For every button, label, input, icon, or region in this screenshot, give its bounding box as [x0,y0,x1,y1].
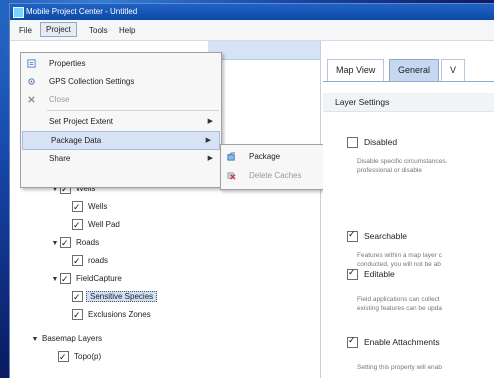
disabled-checkbox[interactable] [347,137,358,149]
gps-icon [28,78,35,85]
submenu-arrow-icon: ▶ [207,155,213,162]
tree-item-fieldcapture-group[interactable]: ▼FieldCapture [50,271,124,287]
layer-checkbox[interactable] [58,349,69,365]
menu-help[interactable]: Help [114,24,140,37]
attachments-checkbox[interactable] [347,335,358,349]
tab-map-view[interactable]: Map View [327,59,385,81]
menu-item-properties[interactable]: Properties [21,55,221,72]
window-title: Mobile Project Center - Untitled [26,7,138,16]
tree-item-roads[interactable]: roads [72,253,110,269]
menu-separator [47,110,219,111]
layer-checkbox[interactable] [72,289,83,305]
menu-item-package-data[interactable]: Package Data ▶ [22,131,220,150]
project-menu: Properties GPS Collection Settings Close… [20,52,222,188]
editable-checkbox[interactable] [347,267,358,281]
app-window: Mobile Project Center - Untitled File Pr… [10,4,494,378]
collapse-icon[interactable]: ▼ [30,332,40,348]
tree-item-exclusions-zones[interactable]: Exclusions Zones [72,307,153,323]
menu-tools[interactable]: Tools [84,24,113,37]
option-searchable[interactable]: Searchable [347,229,407,243]
tree-item-basemap-layers[interactable]: ▼ Basemap Layers [30,331,104,347]
tree-item-sensitive-species[interactable]: Sensitive Species [72,289,158,305]
layer-checkbox[interactable] [72,307,83,323]
tab-general[interactable]: General [389,59,440,81]
collapse-icon[interactable]: ▼ [50,236,60,252]
menu-file[interactable]: File [14,24,37,37]
searchable-checkbox[interactable] [347,229,358,243]
option-editable-row[interactable]: Editable [347,267,395,281]
tab-strip: Map View General V [323,59,494,82]
tree-item-topo[interactable]: Topo(p) [58,349,103,365]
tree-item-roads-group[interactable]: ▼Roads [50,235,101,251]
layer-checkbox[interactable] [72,253,83,269]
delete-caches-icon [227,172,236,180]
properties-icon [27,59,36,68]
menu-bar: File Project Tools Help [10,20,494,41]
option-disabled[interactable]: Disabled [347,137,397,149]
option-enable-attachments[interactable]: Enable Attachments [347,335,440,349]
layer-checkbox[interactable] [60,271,71,287]
title-bar[interactable]: Mobile Project Center - Untitled [10,4,494,20]
layer-checkbox[interactable] [72,217,83,233]
submenu-arrow-icon: ▶ [205,137,211,144]
layer-checkbox[interactable] [72,199,83,215]
layer-settings-header: Layer Settings [323,93,494,112]
menu-item-share[interactable]: Share ▶ [21,150,221,167]
layer-checkbox[interactable] [60,235,71,251]
option-searchable-description: Features within a map layer c conducted, … [357,252,442,268]
option-editable-description: Field applications can collect existing f… [357,296,442,312]
tree-item-wells[interactable]: Wells [72,199,109,215]
submenu-arrow-icon: ▶ [207,118,213,125]
tree-item-well-pad[interactable]: Well Pad [72,217,122,233]
option-attachments-description: Setting this property will enab [357,364,442,371]
option-disabled-description: Disable specific circumstances. professio… [357,158,448,174]
collapse-icon[interactable]: ▼ [50,272,60,288]
close-project-icon [28,96,35,103]
menu-item-gps-settings[interactable]: GPS Collection Settings [21,73,221,90]
layers-pane-header [208,41,320,60]
package-icon [227,152,236,161]
menu-item-close: Close [21,91,221,108]
properties-pane: Map View General V Layer Settings Disabl… [323,41,494,378]
app-icon [13,7,24,18]
menu-item-set-project-extent[interactable]: Set Project Extent ▶ [21,113,221,130]
menu-project[interactable]: Project [40,22,77,37]
tab-more[interactable]: V [441,59,466,81]
